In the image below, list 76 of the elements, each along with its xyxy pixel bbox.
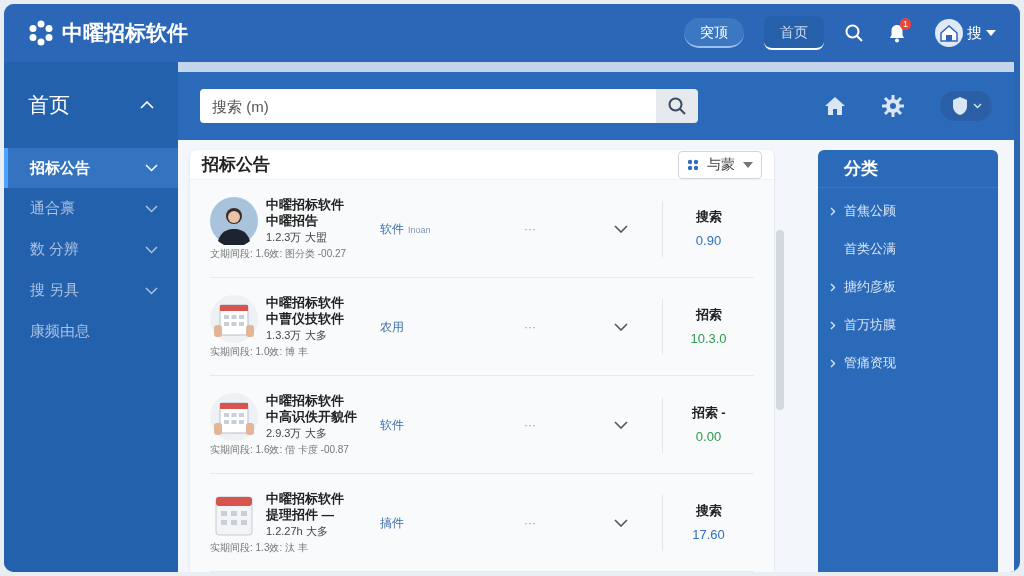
- more-text: ···: [524, 318, 537, 336]
- value-label: 搜索: [695, 502, 722, 520]
- item-info: 2.9.3万 大多: [266, 425, 328, 441]
- bell-icon[interactable]: [888, 23, 906, 43]
- value-label: 招索 -: [691, 404, 726, 422]
- search-field[interactable]: 搜索 (m): [200, 89, 656, 123]
- item-title: 中曜招标软件: [266, 196, 344, 213]
- sidebar-item[interactable]: 数 分辨: [4, 229, 178, 270]
- grid-icon: [687, 158, 699, 171]
- search-icon[interactable]: [844, 23, 864, 43]
- more-text: ···: [524, 220, 537, 238]
- item-subtitle: 中曹仪技软件: [266, 310, 344, 327]
- item-subtitle: 提理招件 —: [266, 506, 335, 523]
- shield-icon: [950, 96, 969, 116]
- item-info: 1.2.3万 大盟: [266, 229, 328, 245]
- item-tag: 农用: [380, 317, 404, 336]
- item-info: 1.3.3万 大多: [266, 327, 328, 343]
- item-meta: 实期间段: 1.6效: 偕 卡度 -00.87: [210, 442, 350, 457]
- sidebar-item[interactable]: 搜 另具: [4, 270, 178, 311]
- calendar-icon: [210, 392, 258, 441]
- person-avatar: [210, 196, 258, 245]
- sidebar-title: 首页: [28, 92, 70, 119]
- scrollbar-thumb[interactable]: [776, 230, 784, 410]
- value-text: 0.00: [695, 427, 722, 446]
- caret-icon: [743, 161, 753, 168]
- tag-note: Inoan: [408, 223, 431, 237]
- item-tag: 软件: [380, 415, 404, 434]
- item-meta: 文期间段: 1.6效: 图分类 -00.27: [210, 246, 348, 261]
- item-title: 中曜招标软件: [266, 392, 345, 409]
- more-text: ···: [524, 416, 537, 434]
- value-label: 招索: [695, 306, 722, 324]
- chevron-icon[interactable]: [614, 322, 628, 331]
- category-item[interactable]: 管痛资现: [818, 344, 998, 382]
- search-button[interactable]: [656, 89, 698, 123]
- value-text: 10.3.0: [690, 329, 727, 348]
- item-tag: 软件: [380, 219, 404, 238]
- notification-badge: 1: [900, 18, 911, 30]
- logo-icon: [28, 20, 54, 46]
- panel-title: 分类: [818, 150, 998, 188]
- item-meta: 实期间段: 1.3效: 汰 丰: [210, 540, 309, 555]
- category-item[interactable]: 首焦公顾: [818, 192, 998, 230]
- chevron-icon: [972, 103, 982, 109]
- calendar-icon: [210, 294, 258, 343]
- item-meta: 实期间段: 1.0效: 博 丰: [210, 344, 309, 359]
- sidebar-item[interactable]: 招标公告: [4, 148, 178, 188]
- sidebar-item[interactable]: 通合禀: [4, 188, 178, 229]
- chevron-icon[interactable]: [614, 224, 628, 233]
- item-info: 1.2.27h 大多: [266, 523, 329, 539]
- value-label: 搜索: [695, 208, 722, 226]
- shield-dropdown[interactable]: [940, 91, 992, 121]
- chevron-icon[interactable]: [614, 518, 628, 527]
- category-item[interactable]: 搪约彦板: [818, 268, 998, 306]
- search-icon: [667, 96, 687, 116]
- gear-icon[interactable]: [882, 95, 904, 117]
- item-subtitle: 中曜招告: [266, 212, 319, 229]
- category-item[interactable]: 首类公满: [818, 230, 998, 268]
- category-item[interactable]: 首万坊膜: [818, 306, 998, 344]
- item-subtitle: 中高识佚开貌件: [266, 408, 357, 425]
- chevron-icon[interactable]: [614, 420, 628, 429]
- more-text: ···: [524, 514, 537, 532]
- item-title: 中曜招标软件: [266, 490, 344, 507]
- nav-tab[interactable]: 首页: [764, 16, 824, 50]
- sidebar-item[interactable]: 康频由息: [4, 311, 178, 352]
- avatar-icon[interactable]: [935, 19, 963, 47]
- list-title: 招标公告: [202, 153, 270, 176]
- collapse-icon[interactable]: [140, 101, 154, 109]
- filter-dropdown[interactable]: 与蒙: [678, 150, 762, 179]
- item-title: 中曜招标软件: [266, 294, 344, 311]
- user-menu[interactable]: 搜: [967, 21, 996, 45]
- item-tag: 搞件: [380, 513, 404, 532]
- value-text: 0.90: [695, 231, 722, 250]
- home-icon[interactable]: [824, 96, 846, 116]
- caret-icon: [986, 30, 996, 36]
- app-title: 中曜招标软件: [62, 20, 188, 47]
- nav-tab[interactable]: 突顶: [684, 18, 744, 48]
- value-text: 17.60: [692, 525, 725, 544]
